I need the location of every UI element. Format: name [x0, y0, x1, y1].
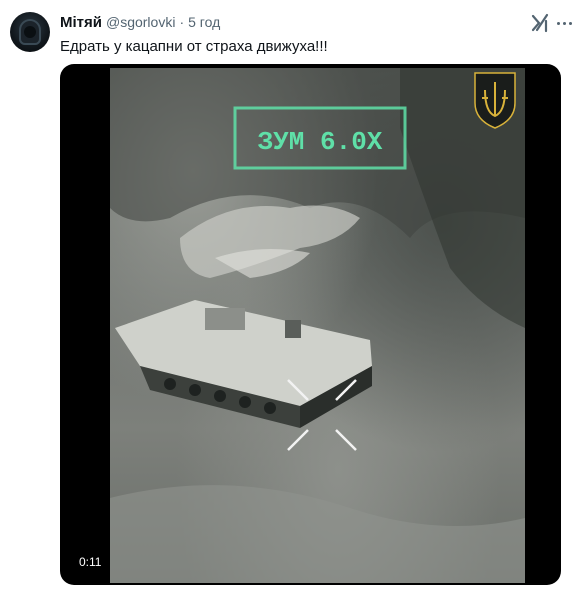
- zoom-overlay-text: ЗУМ 6.0Х: [258, 127, 383, 157]
- video-player[interactable]: ЗУМ 6.0Х 0:11: [60, 64, 561, 585]
- author-handle[interactable]: @sgorlovki: [106, 14, 175, 30]
- more-options-icon[interactable]: [553, 14, 575, 32]
- grok-icon[interactable]: [529, 12, 551, 34]
- avatar[interactable]: [10, 12, 50, 52]
- video-frame[interactable]: ЗУМ 6.0Х: [110, 68, 525, 583]
- separator-dot: ·: [179, 14, 185, 30]
- tweet-timestamp[interactable]: 5 год: [188, 14, 220, 30]
- video-duration-badge: 0:11: [74, 553, 107, 571]
- author-name[interactable]: Мітяй: [60, 14, 102, 31]
- avatar-face-shape: [24, 26, 36, 38]
- trident-shield-emblem: [474, 72, 516, 129]
- vehicle-turret: [205, 308, 245, 330]
- scene-ground: [110, 485, 525, 583]
- tweet-text: Едрать у кацапни от страха движуха!!!: [60, 38, 328, 55]
- video-scene: ЗУМ 6.0Х: [110, 68, 525, 583]
- armored-vehicle: [115, 300, 372, 428]
- tweet-header: Мітяй @sgorlovki · 5 год: [60, 14, 220, 32]
- vehicle-hatch: [285, 320, 301, 338]
